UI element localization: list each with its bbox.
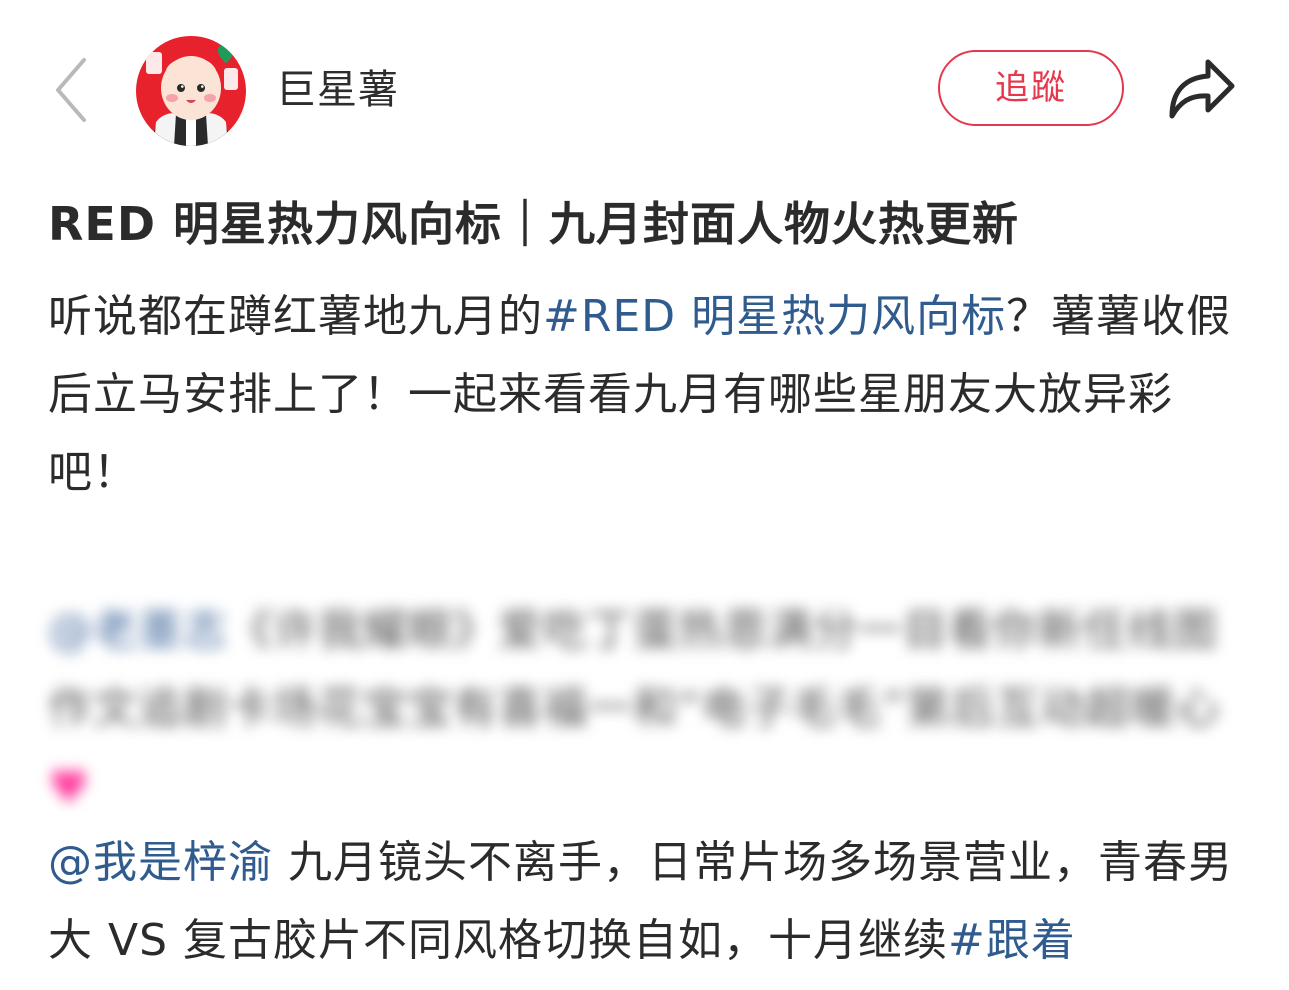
chevron-left-icon (56, 58, 86, 122)
back-button[interactable] (40, 52, 100, 128)
post-header: 巨星薯 追蹤 (0, 0, 1289, 180)
ziyu-paragraph: @我是梓渝 九月镜头不离手，日常片场多场景营业，青春男大 VS 复古胶片不同风格… (48, 824, 1248, 980)
post-intro: 听说都在蹲红薯地九月的#RED 明星热力风向标？薯薯收假后立马安排上了！一起来看… (48, 278, 1248, 512)
follow-button[interactable]: 追蹤 (938, 50, 1124, 126)
mention-blurred[interactable]: @老墨志 (48, 605, 228, 656)
share-button[interactable] (1160, 52, 1242, 128)
mention-ziyu[interactable]: @我是梓渝 (48, 837, 273, 888)
heart-emoji-icon: ♥ (48, 760, 91, 814)
hashtag-red-star-trend[interactable]: #RED 明星热力风向标 (543, 291, 1006, 342)
author-name[interactable]: 巨星薯 (276, 64, 399, 116)
post-title: RED 明星热力风向标｜九月封面人物火热更新 (48, 197, 1020, 251)
share-arrow-icon (1169, 59, 1235, 119)
avatar-image (136, 36, 246, 146)
hashtag-follow[interactable]: #跟着 (948, 915, 1076, 966)
author-avatar[interactable] (136, 36, 246, 146)
blurred-paragraph: @老墨志《许我耀眼》爱吃丁蛋热恩满分一目看你新任线图作文追剧卡场花宝宝有喜福一和… (48, 592, 1248, 828)
intro-text-before: 听说都在蹲红薯地九月的 (48, 291, 543, 342)
